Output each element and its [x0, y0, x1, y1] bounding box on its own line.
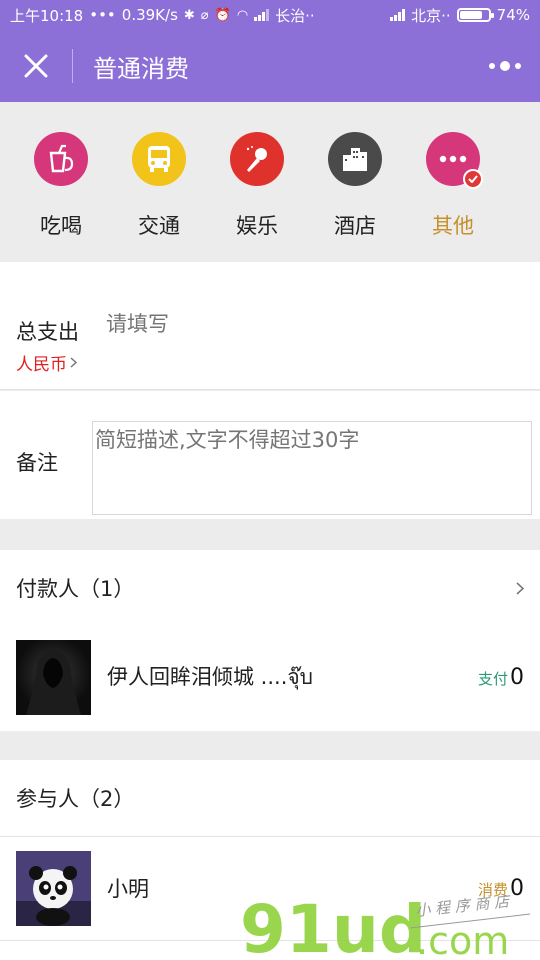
participant-amount: 消费 0	[478, 876, 524, 901]
bluetooth-icon: ✱	[183, 7, 195, 23]
participant-header-label: 参与人（2）	[16, 787, 135, 811]
avatar	[16, 639, 91, 715]
amount-row: 总支出 人民币	[0, 262, 540, 390]
category-label: 吃喝	[40, 214, 82, 238]
carrier-1: 长治··	[275, 6, 315, 25]
category-label: 其他	[432, 214, 474, 238]
page-title: 普通消费	[93, 54, 189, 83]
alarm-icon: ⏰	[214, 7, 231, 23]
battery-icon	[456, 8, 494, 22]
selected-check-icon	[463, 169, 483, 189]
payer-header[interactable]: 付款人（1）	[0, 550, 540, 626]
note-label: 备注	[16, 451, 58, 475]
chevron-right-icon	[70, 357, 77, 368]
payer-item[interactable]: 伊人回眸泪倾城 ....จุ๊บ 支付 0	[0, 627, 540, 727]
avatar	[16, 850, 91, 926]
nav-bar: 普通消费	[0, 30, 540, 102]
spend-tag: 消费	[477, 880, 508, 899]
category-transport[interactable]: 交通	[110, 102, 208, 262]
carrier-2: 北京··	[411, 6, 451, 25]
more-dots-icon	[426, 132, 483, 189]
spend-value: 0	[510, 875, 524, 901]
participant-item[interactable]: 小明 消费 0	[0, 838, 540, 938]
category-other[interactable]: 其他	[404, 102, 502, 262]
wifi-icon: ◠	[236, 7, 249, 23]
more-dot-icon	[515, 63, 521, 69]
note-row: 备注	[0, 391, 540, 519]
divider	[0, 940, 540, 941]
drink-icon	[34, 132, 88, 186]
currency-label: 人民币	[16, 355, 67, 375]
payer-amount: 支付 0	[478, 665, 524, 690]
note-input[interactable]	[92, 421, 532, 515]
signal-icon	[254, 9, 270, 21]
status-bar: 上午10:18 ••• 0.39K/s ✱ ⌀ ⏰ ◠ 长治·· 北京·· 74…	[0, 0, 540, 30]
payer-name: 伊人回眸泪倾城 ....จุ๊บ	[107, 664, 314, 689]
battery-percent: 74%	[496, 6, 530, 24]
participant-section: 参与人（2） 小明 消费 0	[0, 760, 540, 960]
participant-header: 参与人（2）	[0, 760, 540, 836]
amount-label: 总支出	[16, 320, 79, 344]
category-selector: 吃喝 交通 娱乐 酒店 其他	[0, 102, 540, 262]
status-time: 上午10:18	[10, 6, 84, 25]
bus-icon	[132, 132, 186, 186]
pay-tag: 支付	[477, 669, 508, 688]
category-label: 酒店	[334, 214, 376, 238]
more-dot-icon	[489, 63, 495, 69]
divider	[0, 836, 540, 837]
close-button[interactable]	[0, 30, 72, 102]
building-icon	[328, 132, 382, 186]
chevron-right-icon	[516, 581, 524, 595]
microphone-icon	[230, 132, 284, 186]
pay-value: 0	[510, 664, 524, 690]
close-icon	[24, 54, 48, 78]
category-hotel[interactable]: 酒店	[306, 102, 404, 262]
more-dot-icon	[500, 61, 510, 71]
network-speed: 0.39K/s	[121, 6, 178, 24]
status-dots: •••	[89, 6, 116, 24]
amount-input[interactable]	[106, 312, 506, 336]
mute-icon: ⌀	[200, 7, 209, 23]
category-label: 交通	[138, 214, 180, 238]
signal-icon	[390, 9, 406, 21]
more-button[interactable]	[470, 30, 540, 102]
participant-name: 小明	[107, 877, 149, 901]
nav-divider	[72, 49, 73, 83]
category-label: 娱乐	[236, 214, 278, 238]
category-food[interactable]: 吃喝	[12, 102, 110, 262]
payer-section: 付款人（1） 伊人回眸泪倾城 ....จุ๊บ 支付 0	[0, 550, 540, 731]
currency-selector[interactable]: 人民币	[16, 350, 77, 375]
payer-header-label: 付款人（1）	[16, 577, 135, 601]
category-entertainment[interactable]: 娱乐	[208, 102, 306, 262]
